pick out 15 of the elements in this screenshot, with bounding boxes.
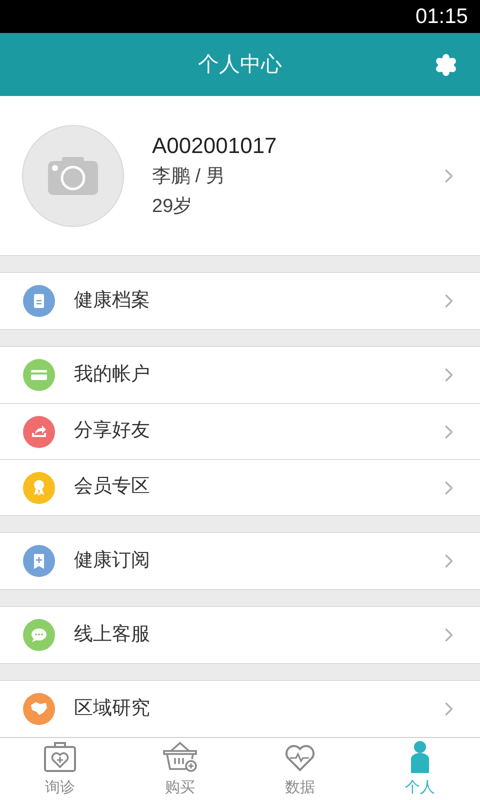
menu-item[interactable]: 我的帐户 bbox=[0, 347, 480, 403]
camera-icon bbox=[48, 156, 98, 194]
profile-card[interactable]: A002001017 李鹏 / 男 29岁 bbox=[0, 96, 480, 256]
status-time: 01:15 bbox=[415, 4, 468, 30]
menu-item[interactable]: 线上客服 bbox=[0, 607, 480, 663]
menu-item[interactable]: 健康订阅 bbox=[0, 533, 480, 589]
menu-item[interactable]: 会员专区 bbox=[0, 459, 480, 515]
user-age: 29岁 bbox=[152, 194, 194, 218]
header-title: 个人中心 bbox=[198, 52, 282, 78]
user-name-gender: 李鹏 / 男 bbox=[152, 164, 226, 188]
menu-item[interactable]: 区域研究 bbox=[0, 681, 480, 737]
menu-item[interactable]: 健康档案 bbox=[0, 273, 480, 329]
user-id: A002001017 bbox=[152, 132, 278, 160]
menu-item[interactable]: 分享好友 bbox=[0, 403, 480, 459]
settings-button[interactable] bbox=[434, 53, 458, 77]
